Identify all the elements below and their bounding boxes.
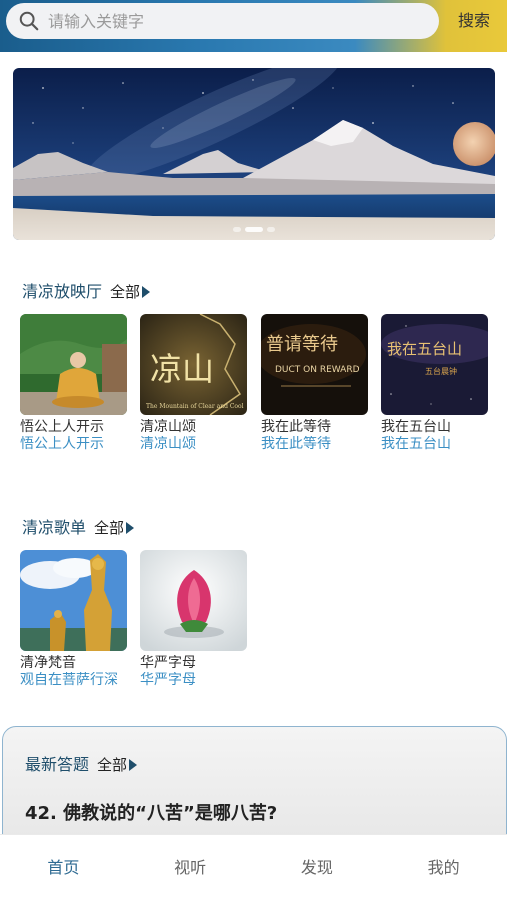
song-card[interactable]: 华严字母 华严字母 bbox=[140, 550, 247, 689]
video-subtitle: 我在五台山 bbox=[381, 436, 451, 452]
video-title: 清凉山颂 bbox=[140, 419, 196, 435]
video-title: 悟公上人开示 bbox=[20, 419, 104, 435]
qa-question[interactable]: 42. 佛教说的“八苦”是哪八苦? bbox=[25, 799, 277, 825]
play-arrow-icon bbox=[126, 521, 135, 534]
video-overlay-text: 凉山 bbox=[150, 350, 214, 388]
songs-section-title: 清凉歌单 bbox=[22, 518, 87, 537]
bottom-tab-bar: 首页 视听 发现 我的 bbox=[0, 834, 507, 901]
video-overlay-caption: The Mountain of Clear and Cool bbox=[146, 403, 244, 410]
video-title: 我在此等待 bbox=[261, 419, 331, 435]
songs-more-label: 全部 bbox=[94, 519, 125, 537]
banner-carousel[interactable] bbox=[13, 68, 495, 240]
tab-discover[interactable]: 发现 bbox=[254, 835, 381, 901]
qa-section-header: 最新答题 全部 bbox=[25, 751, 138, 775]
video-card[interactable]: 悟公上人开示 悟公上人开示 bbox=[20, 314, 127, 453]
video-overlay-caption: DUCT ON REWARD bbox=[275, 365, 360, 375]
tab-home[interactable]: 首页 bbox=[0, 835, 127, 901]
search-icon bbox=[19, 11, 39, 31]
qa-section-title: 最新答题 bbox=[25, 755, 90, 774]
qa-more-link[interactable]: 全部 bbox=[97, 754, 138, 775]
cinema-section-title: 清凉放映厅 bbox=[22, 282, 103, 301]
video-overlay-text: 普请等待 bbox=[266, 334, 338, 355]
carousel-dot-active[interactable] bbox=[245, 227, 263, 232]
video-thumbnail bbox=[20, 314, 127, 415]
video-subtitle: 悟公上人开示 bbox=[20, 436, 104, 452]
carousel-dot[interactable] bbox=[267, 227, 275, 232]
carousel-dots bbox=[13, 227, 495, 232]
video-thumbnail: 凉山 The Mountain of Clear and Cool bbox=[140, 314, 247, 415]
search-box[interactable] bbox=[6, 3, 439, 39]
play-arrow-icon bbox=[129, 758, 138, 771]
video-subtitle: 我在此等待 bbox=[261, 436, 331, 452]
video-card[interactable]: 普请等待 DUCT ON REWARD 我在此等待 我在此等待 bbox=[261, 314, 368, 453]
song-subtitle: 华严字母 bbox=[140, 672, 196, 688]
video-title: 我在五台山 bbox=[381, 419, 451, 435]
songs-more-link[interactable]: 全部 bbox=[94, 517, 135, 538]
song-subtitle: 观自在菩萨行深 bbox=[20, 672, 118, 688]
cinema-section-header: 清凉放映厅 全部 bbox=[22, 278, 151, 302]
search-header: 搜索 bbox=[0, 0, 507, 52]
cinema-more-label: 全部 bbox=[110, 283, 141, 301]
qa-more-label: 全部 bbox=[97, 756, 128, 774]
video-card[interactable]: 凉山 The Mountain of Clear and Cool 清凉山颂 清… bbox=[140, 314, 247, 453]
songs-section-header: 清凉歌单 全部 bbox=[22, 514, 135, 538]
play-arrow-icon bbox=[142, 285, 151, 298]
video-card[interactable]: 我在五台山 五台晨钟 我在五台山 我在五台山 bbox=[381, 314, 488, 453]
song-title: 清净梵音 bbox=[20, 655, 76, 671]
video-subtitle: 清凉山颂 bbox=[140, 436, 196, 452]
song-thumbnail bbox=[20, 550, 127, 651]
tab-profile[interactable]: 我的 bbox=[380, 835, 507, 901]
video-overlay-text: 我在五台山 bbox=[387, 340, 462, 358]
search-input[interactable] bbox=[46, 10, 410, 32]
song-thumbnail bbox=[140, 550, 247, 651]
song-title: 华严字母 bbox=[140, 655, 196, 671]
cinema-more-link[interactable]: 全部 bbox=[110, 281, 151, 302]
search-button[interactable]: 搜索 bbox=[448, 8, 500, 34]
tab-media[interactable]: 视听 bbox=[127, 835, 254, 901]
video-thumbnail: 普请等待 DUCT ON REWARD bbox=[261, 314, 368, 415]
carousel-dot[interactable] bbox=[233, 227, 241, 232]
video-thumbnail: 我在五台山 五台晨钟 bbox=[381, 314, 488, 415]
banner-image bbox=[13, 68, 495, 240]
song-card[interactable]: 清净梵音 观自在菩萨行深 bbox=[20, 550, 127, 689]
video-overlay-caption: 五台晨钟 bbox=[425, 366, 457, 376]
